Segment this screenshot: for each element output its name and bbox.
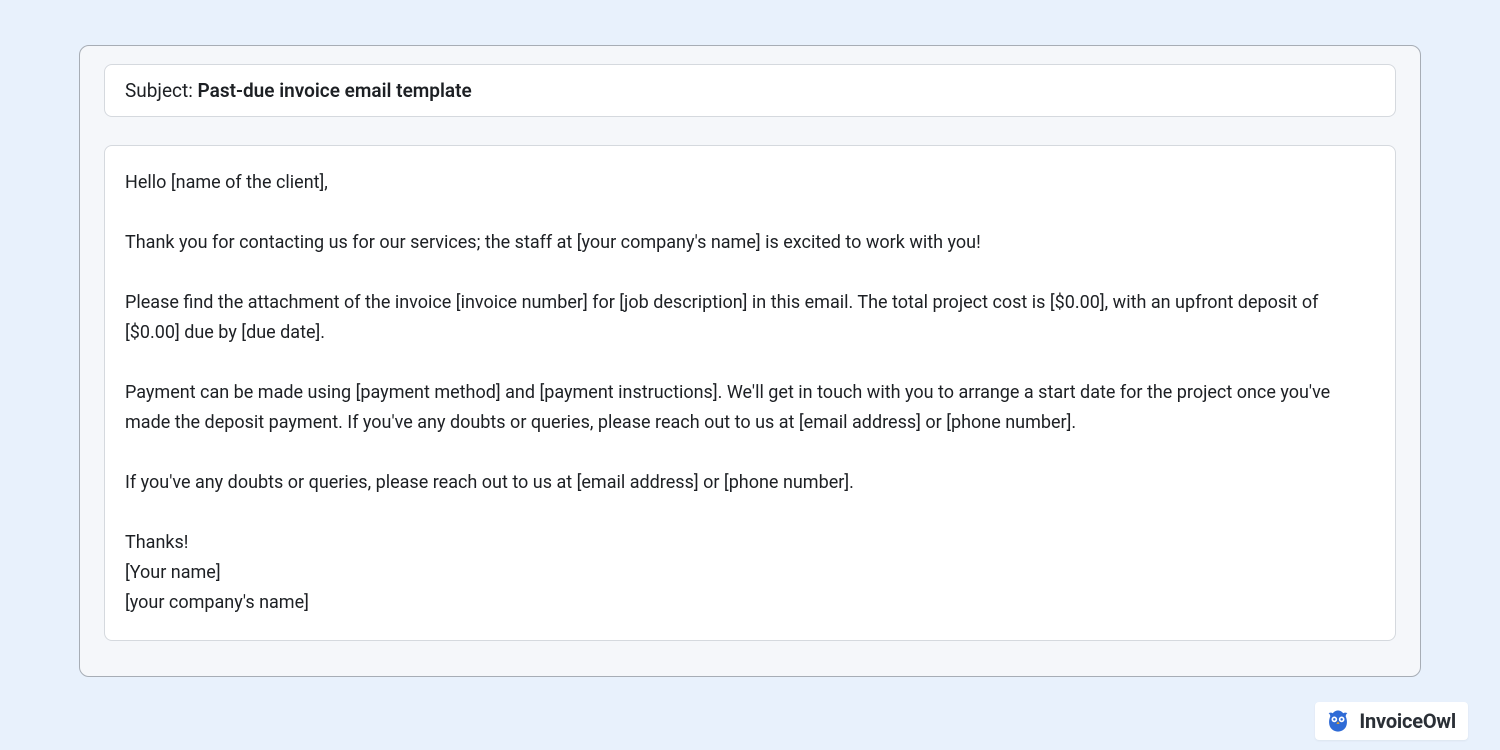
greeting-line: Hello [name of the client], — [125, 168, 1375, 198]
signature-name: [Your name] — [125, 558, 1375, 588]
paragraph-1: Thank you for contacting us for our serv… — [125, 228, 1375, 258]
brand-badge: InvoiceOwl — [1315, 702, 1468, 740]
owl-icon — [1325, 708, 1351, 734]
spacer — [125, 258, 1375, 288]
paragraph-2: Please find the attachment of the invoic… — [125, 288, 1375, 348]
spacer — [125, 498, 1375, 528]
signature-company: [your company's name] — [125, 588, 1375, 618]
subject-label: Subject: — [125, 79, 198, 102]
paragraph-4: If you've any doubts or queries, please … — [125, 468, 1375, 498]
subject-value: Past-due invoice email template — [198, 79, 472, 102]
email-template-card: Subject: Past-due invoice email template… — [79, 45, 1421, 677]
brand-name: InvoiceOwl — [1359, 709, 1456, 733]
email-body: Hello [name of the client], Thank you fo… — [104, 145, 1396, 641]
spacer — [125, 348, 1375, 378]
spacer — [125, 438, 1375, 468]
paragraph-3: Payment can be made using [payment metho… — [125, 378, 1375, 438]
thanks-line: Thanks! — [125, 528, 1375, 558]
spacer — [125, 198, 1375, 228]
subject-row: Subject: Past-due invoice email template — [104, 64, 1396, 117]
